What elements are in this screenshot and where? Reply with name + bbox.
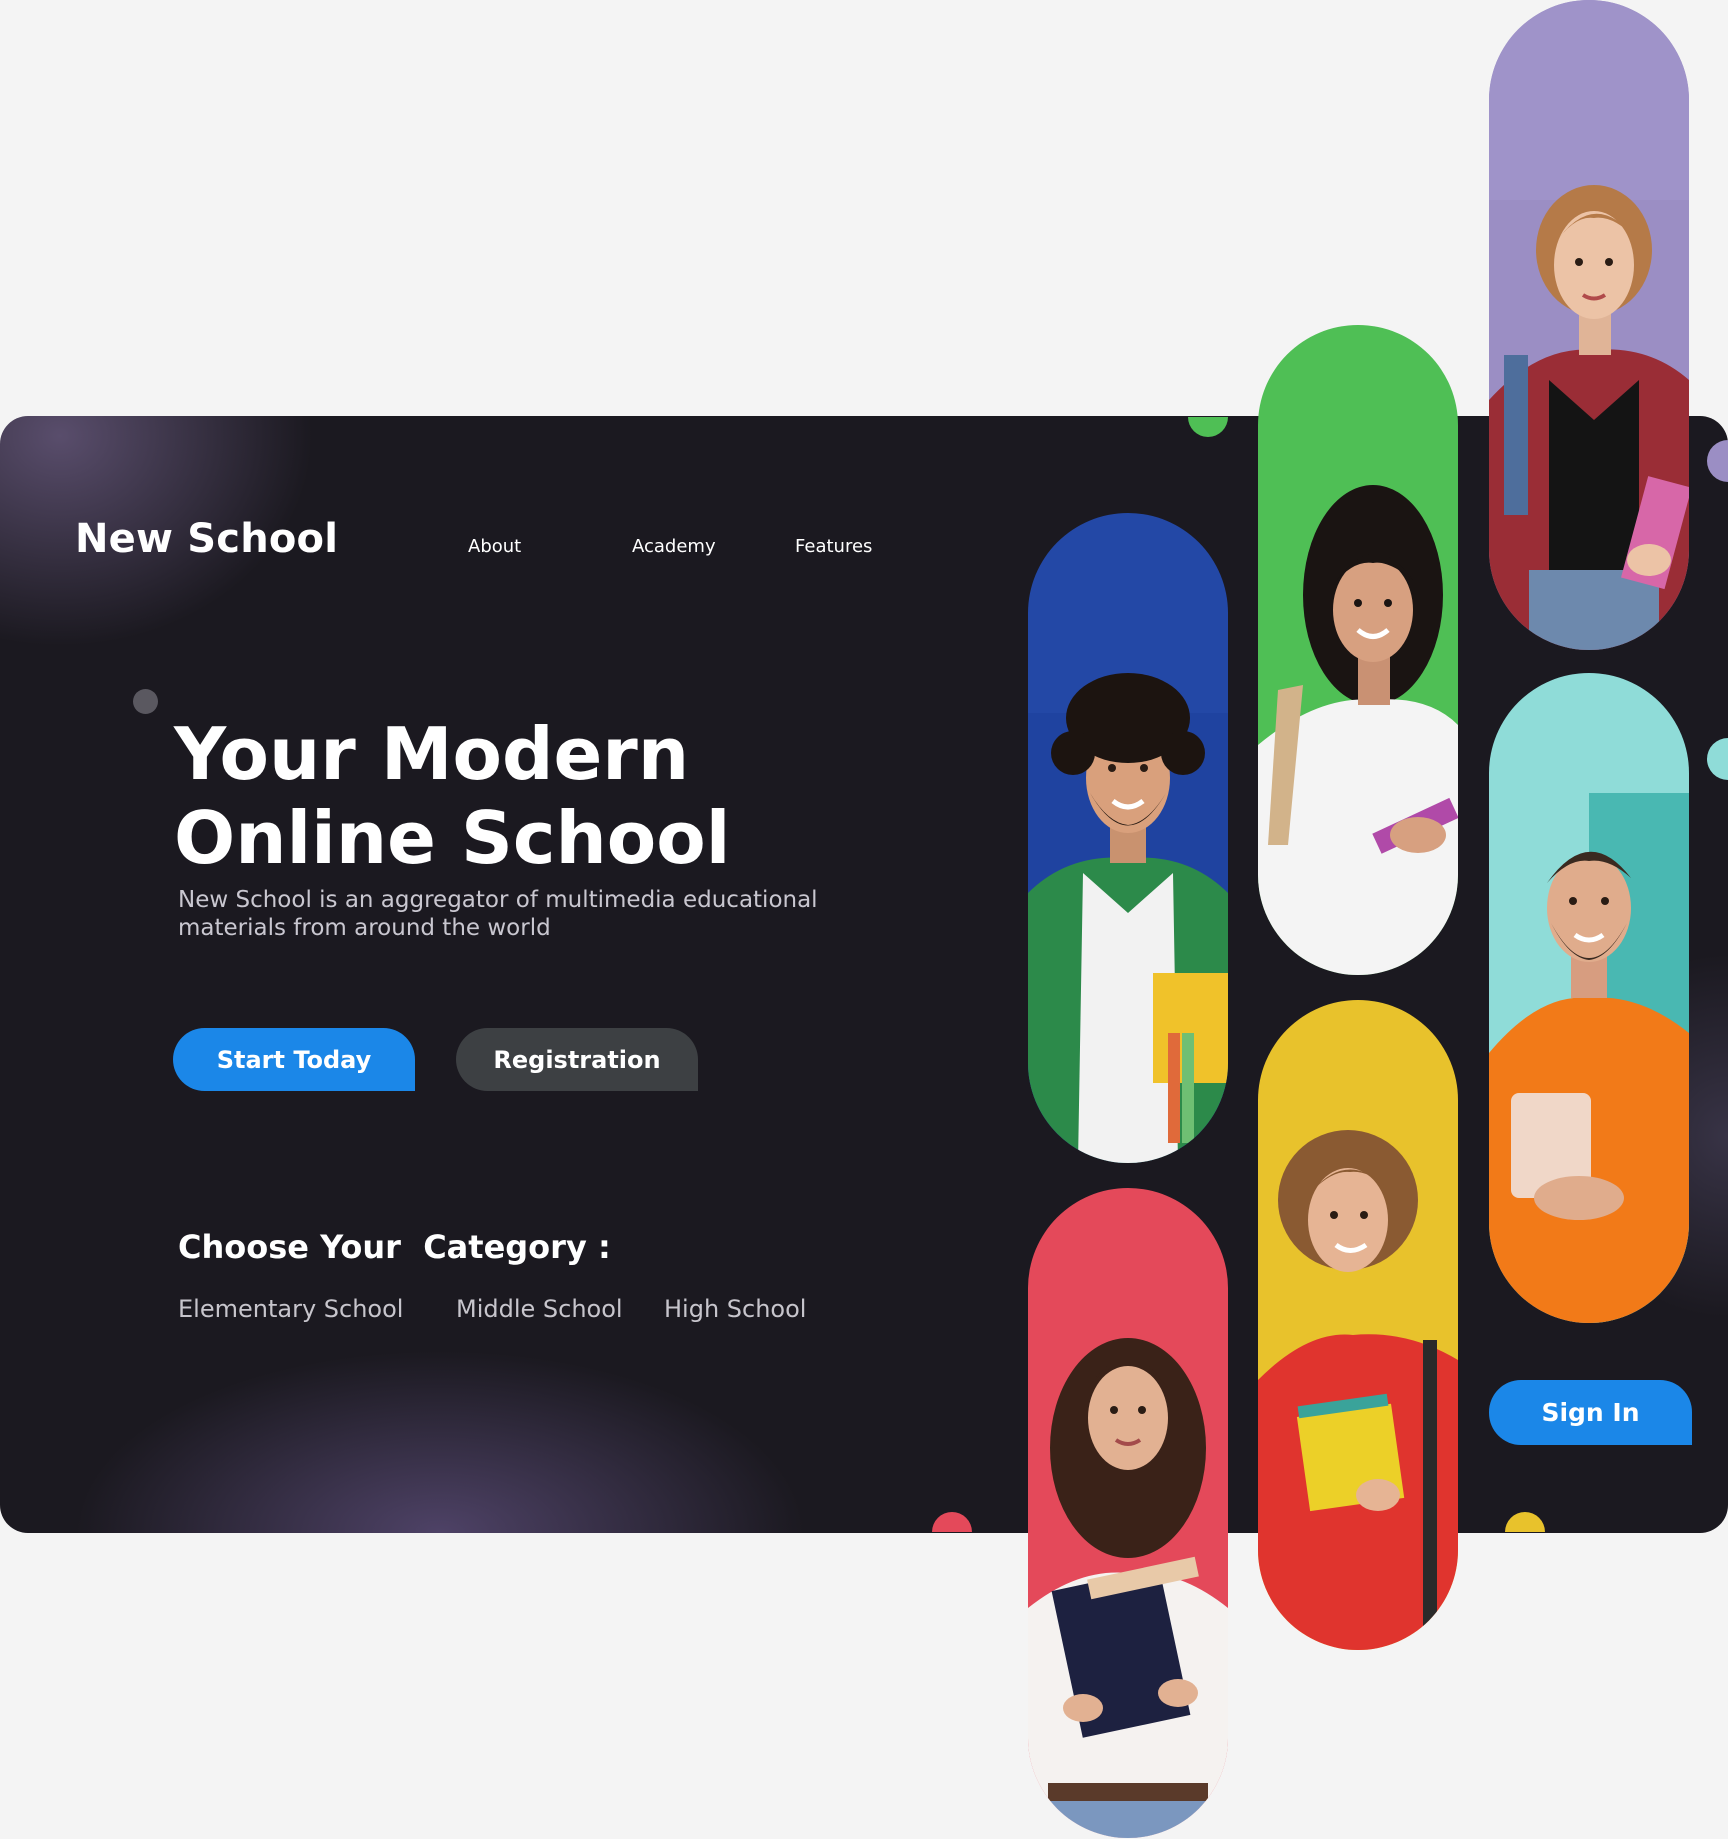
- nav-academy[interactable]: Academy: [632, 536, 716, 557]
- hero-headline-line1: Your Modern: [174, 712, 690, 796]
- portrait-pill-cyan: [1489, 673, 1689, 1323]
- portrait-pill-purple: [1489, 0, 1689, 650]
- sign-in-button[interactable]: Sign In: [1489, 1380, 1692, 1445]
- hero-subtext: New School is an aggregator of multimedi…: [178, 887, 818, 941]
- decor-dot-gray: [133, 689, 158, 714]
- category-elementary[interactable]: Elementary School: [178, 1295, 403, 1323]
- portrait-pill-green: [1258, 325, 1458, 975]
- hero-card: [0, 416, 1728, 1533]
- registration-button[interactable]: Registration: [456, 1028, 698, 1091]
- nav-features[interactable]: Features: [795, 536, 872, 557]
- portrait-pill-blue: [1028, 513, 1228, 1163]
- hero-headline-line2: Online School: [174, 796, 731, 880]
- brand-logo[interactable]: New School: [75, 516, 338, 562]
- category-title: Choose Your Category :: [178, 1228, 611, 1266]
- student-portrait-image: [1489, 673, 1689, 1323]
- student-portrait-image: [1258, 1000, 1458, 1650]
- hero-headline: Your Modern Online School: [174, 712, 730, 880]
- portrait-pill-red: [1028, 1188, 1228, 1838]
- student-portrait-image: [1258, 325, 1458, 975]
- portrait-pill-yellow: [1258, 1000, 1458, 1650]
- student-portrait-image: [1028, 513, 1228, 1163]
- student-portrait-image: [1028, 1188, 1228, 1838]
- category-middle[interactable]: Middle School: [456, 1295, 623, 1323]
- start-today-button[interactable]: Start Today: [173, 1028, 415, 1091]
- category-high[interactable]: High School: [664, 1295, 806, 1323]
- student-portrait-image: [1489, 0, 1689, 650]
- nav-about[interactable]: About: [468, 536, 521, 557]
